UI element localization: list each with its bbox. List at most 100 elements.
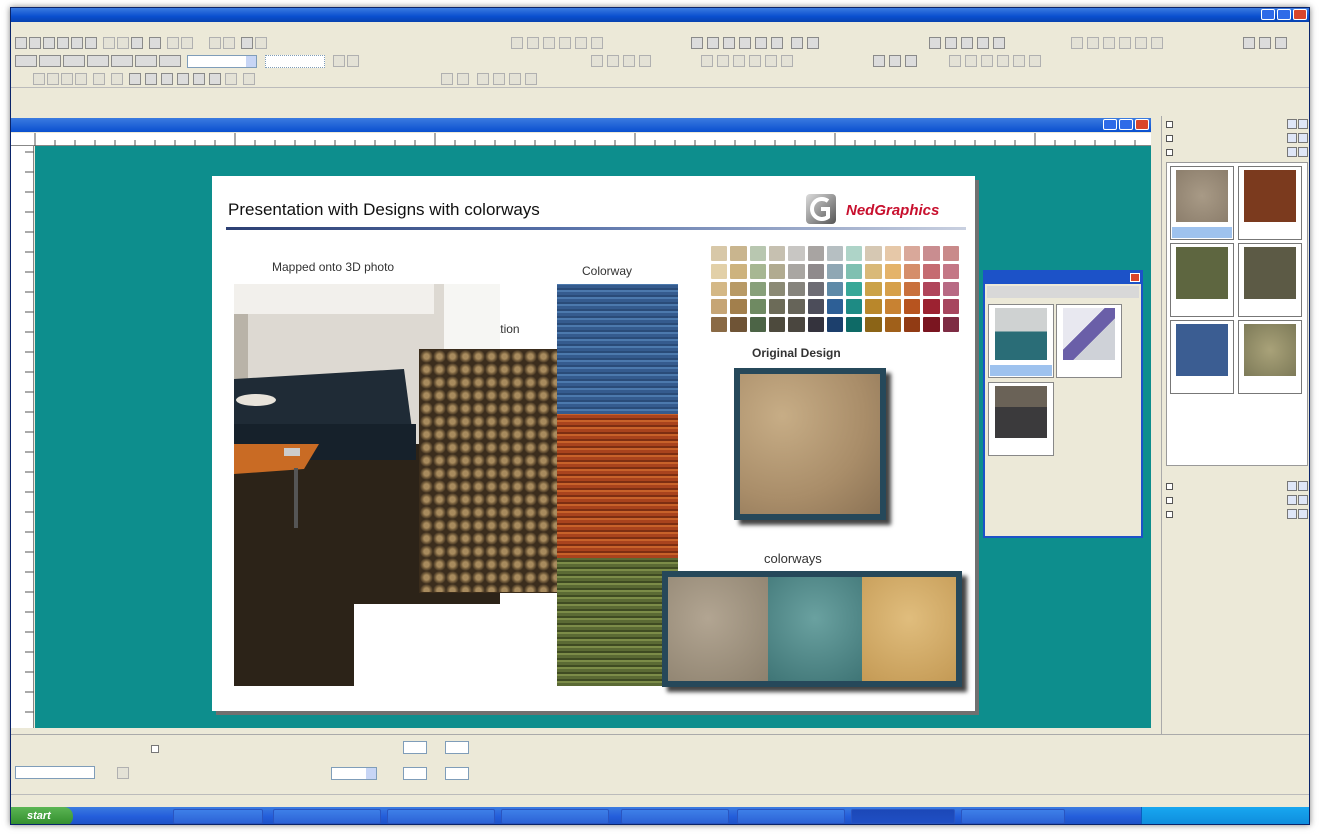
section-fabric-book[interactable] — [1164, 146, 1309, 159]
page-2-icon[interactable] — [457, 73, 469, 85]
layout-3-icon[interactable] — [961, 37, 973, 49]
panel-pin-icon[interactable] — [1298, 495, 1308, 505]
palette-swatch[interactable] — [768, 281, 786, 297]
size-6-icon[interactable] — [1029, 55, 1041, 67]
browser-item[interactable] — [1056, 304, 1122, 378]
palette-swatch[interactable] — [788, 317, 805, 332]
table-tool-icon[interactable] — [177, 73, 189, 85]
palette-swatch[interactable] — [730, 246, 747, 261]
panel-pin-icon[interactable] — [1298, 119, 1308, 129]
expand-icon[interactable] — [1166, 121, 1173, 128]
open-icon[interactable] — [29, 37, 41, 49]
ungroup-icon[interactable] — [707, 37, 719, 49]
palette-swatch[interactable] — [826, 263, 844, 279]
palette-swatch[interactable] — [846, 281, 863, 297]
text-justify-icon[interactable] — [1119, 37, 1131, 49]
save-icon[interactable] — [43, 37, 55, 49]
align-right-icon[interactable] — [543, 37, 555, 49]
fabric-item[interactable] — [1238, 243, 1302, 317]
palette-swatch[interactable] — [884, 263, 902, 279]
pointer-2-icon[interactable] — [889, 55, 901, 67]
view-mode-6-icon[interactable] — [135, 55, 157, 67]
palette-swatch[interactable] — [749, 263, 766, 279]
size-2-icon[interactable] — [965, 55, 977, 67]
distribute-3-icon[interactable] — [623, 55, 635, 67]
palette-swatch[interactable] — [846, 263, 863, 279]
palette-swatch[interactable] — [826, 246, 844, 261]
page-6-icon[interactable] — [525, 73, 537, 85]
select-tool-icon[interactable] — [33, 73, 45, 85]
height-field[interactable] — [403, 767, 427, 780]
section-object-manager[interactable] — [1164, 118, 1309, 131]
zoom-in-tool-icon[interactable] — [791, 37, 803, 49]
panel-pin-icon[interactable] — [1298, 509, 1308, 519]
panel-options-icon[interactable] — [1287, 495, 1297, 505]
presentation-page[interactable]: Presentation with Designs with colorways… — [212, 176, 975, 711]
palette-swatch[interactable] — [807, 299, 824, 315]
palette-swatch[interactable] — [768, 263, 786, 279]
nedgraphics-logo[interactable]: NedGraphics — [804, 192, 964, 226]
expand-icon[interactable] — [1166, 483, 1173, 490]
grid-tool-icon[interactable] — [193, 73, 205, 85]
section-picture-book[interactable] — [1164, 132, 1309, 145]
shape-tool-icon[interactable] — [243, 73, 255, 85]
taskbar-item-active[interactable] — [851, 809, 955, 824]
view-mode-4-icon[interactable] — [87, 55, 109, 67]
original-design-frame[interactable] — [734, 368, 886, 520]
palette-swatch[interactable] — [846, 299, 863, 315]
palette-swatch[interactable] — [730, 317, 747, 332]
pointer-icon[interactable] — [873, 55, 885, 67]
palette-swatch[interactable] — [730, 281, 747, 297]
layout-5-icon[interactable] — [993, 37, 1005, 49]
page-canvas[interactable]: Presentation with Designs with colorways… — [35, 146, 1151, 728]
palette-swatch[interactable] — [749, 299, 766, 315]
palette-swatch[interactable] — [730, 263, 747, 279]
palette-swatch[interactable] — [923, 263, 940, 279]
browser-book-header[interactable] — [987, 286, 1139, 298]
layout-1-icon[interactable] — [929, 37, 941, 49]
palette-swatch[interactable] — [923, 281, 940, 297]
paste-icon[interactable] — [131, 37, 143, 49]
palette-swatch[interactable] — [865, 263, 882, 279]
colorways-frame[interactable] — [662, 571, 962, 687]
palette-swatch[interactable] — [807, 317, 824, 332]
palette-swatch[interactable] — [768, 246, 786, 261]
palette-swatch[interactable] — [904, 317, 921, 332]
rotate-left-icon[interactable] — [755, 37, 767, 49]
panel-options-icon[interactable] — [1287, 119, 1297, 129]
space-5-icon[interactable] — [765, 55, 777, 67]
size-4-icon[interactable] — [997, 55, 1009, 67]
space-1-icon[interactable] — [701, 55, 713, 67]
palette-swatch[interactable] — [923, 317, 940, 332]
space-6-icon[interactable] — [781, 55, 793, 67]
page-5-icon[interactable] — [509, 73, 521, 85]
collapse-icon[interactable] — [1166, 149, 1173, 156]
send-back-icon[interactable] — [739, 37, 751, 49]
pen-tool-icon[interactable] — [75, 73, 87, 85]
expand-icon[interactable] — [1166, 497, 1173, 504]
fabric-item[interactable] — [1170, 166, 1234, 240]
colorway-green[interactable] — [557, 558, 678, 686]
palette-swatch[interactable] — [711, 281, 728, 297]
brush-icon[interactable] — [149, 37, 161, 49]
palette-swatch[interactable] — [884, 299, 902, 315]
size-3-icon[interactable] — [981, 55, 993, 67]
palette-swatch[interactable] — [807, 281, 824, 297]
section-3d-virtual-model-book[interactable] — [1164, 508, 1309, 521]
crop-tool-icon[interactable] — [225, 73, 237, 85]
copy-icon[interactable] — [117, 37, 129, 49]
palette-swatch[interactable] — [846, 246, 863, 261]
palette-swatch[interactable] — [768, 317, 786, 332]
palette-swatch[interactable] — [807, 246, 824, 261]
palette-swatch[interactable] — [942, 246, 959, 261]
palette-swatch[interactable] — [884, 317, 902, 332]
section-article-book[interactable] — [1164, 480, 1309, 493]
label-original-design[interactable]: Original Design — [752, 346, 841, 360]
distribute-1-icon[interactable] — [591, 55, 603, 67]
palette-swatch[interactable] — [865, 246, 882, 261]
palette-swatch[interactable] — [904, 263, 921, 279]
view-mode-2-icon[interactable] — [39, 55, 61, 67]
palette-swatch[interactable] — [788, 281, 805, 297]
doc-maximize-button[interactable] — [1119, 119, 1133, 130]
palette-swatch[interactable] — [865, 299, 882, 315]
